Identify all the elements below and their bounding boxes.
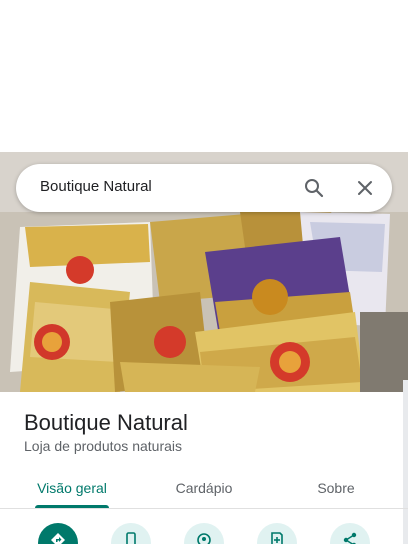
close-icon <box>358 181 372 195</box>
tab-cardapio[interactable]: Cardápio <box>156 468 252 508</box>
close-button[interactable] <box>353 176 377 200</box>
phone-icon <box>126 532 136 544</box>
tabs-divider <box>0 508 408 509</box>
scrollbar[interactable] <box>403 380 408 544</box>
nearby-icon <box>197 533 211 544</box>
directions-icon <box>51 533 65 544</box>
share-icon <box>343 532 357 544</box>
place-category: Loja de produtos naturais <box>24 438 182 454</box>
tab-sobre[interactable]: Sobre <box>296 468 376 508</box>
search-input[interactable]: Boutique Natural <box>40 178 152 195</box>
tab-visao-geral[interactable]: Visão geral <box>24 468 120 508</box>
search-icon <box>305 179 324 198</box>
save-icon <box>271 532 283 544</box>
search-button[interactable] <box>302 176 326 200</box>
place-title: Boutique Natural <box>24 410 188 435</box>
search-bar[interactable]: Boutique Natural <box>16 164 392 212</box>
